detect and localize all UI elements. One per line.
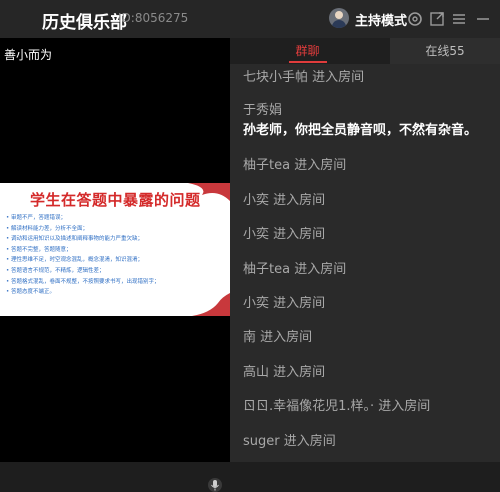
title-bar: 历史俱乐部 ID:8056275 主持模式 [0, 0, 500, 38]
chat-message: 小奕 进入房间 [243, 296, 326, 311]
avatar[interactable] [329, 8, 349, 28]
slide-list-item: • 调动和运用知识以及描述和阐释事物的能力严重欠缺； [6, 236, 143, 243]
settings-icon[interactable] [406, 10, 424, 28]
minimize-icon[interactable] [474, 10, 492, 28]
host-mode-button[interactable]: 主持模式 [355, 10, 407, 29]
chat-sender: 于秀娟 [243, 103, 283, 118]
chat-message-text: 孙老师，你把全员静音呗，不然有杂音。 [243, 123, 478, 138]
chat-message: 柚子tea 进入房间 [243, 262, 347, 277]
active-tab-indicator [289, 61, 327, 63]
room-id: ID:8056275 [118, 11, 189, 25]
chat-message: suger 进入房间 [243, 434, 336, 449]
chat-panel: 群聊 在线55 七块小手帕 进入房间 于秀娟 孙老师，你把全员静音呗，不然有杂音… [230, 38, 500, 462]
chat-message: 小奕 进入房间 [243, 193, 326, 208]
slide-list-item: • 审题不严，答题错误； [6, 215, 66, 221]
chat-message: 七块小手帕 进入房间 [243, 70, 365, 85]
video-area: 善小而为 学生在答题中暴露的问题 • 审题不严，答题错误； • 解读材料能力差，… [0, 38, 230, 492]
slide-title: 学生在答题中暴露的问题 [30, 191, 201, 209]
chat-message: ㄖㄖ.幸福像花児1.样。· 进入房间 [243, 399, 431, 414]
menu-icon[interactable] [450, 10, 468, 28]
popout-icon[interactable] [428, 10, 446, 28]
slide-list-item: • 答题态度不端正。 [6, 289, 55, 296]
chat-message: 小奕 进入房间 [243, 227, 326, 242]
chat-message: 柚子tea 进入房间 [243, 158, 347, 173]
chat-message: 南 进入房间 [243, 330, 313, 345]
tab-online[interactable]: 在线55 [390, 38, 500, 64]
microphone-icon[interactable] [208, 478, 222, 492]
slide-list: • 审题不严，答题错误； • 解读材料能力差，分析不全面； • 调动和运用知识以… [6, 213, 160, 298]
ribbon-decoration [192, 293, 230, 316]
slide-list-item: • 理性思维不足，时空观念混乱，概念混淆，知识混淆； [6, 257, 143, 264]
chat-tabs: 群聊 在线55 [230, 38, 500, 64]
presentation-slide: 学生在答题中暴露的问题 • 审题不严，答题错误； • 解读材料能力差，分析不全面… [0, 183, 230, 316]
slide-list-item: • 答题语言不规范，不精炼，逻辑性差； [6, 267, 105, 274]
room-title: 历史俱乐部 [42, 13, 127, 33]
slide-list-item: • 答题不完整，答题随意； [6, 246, 72, 253]
chat-message: 高山 进入房间 [243, 365, 326, 380]
slide-list-item: • 解读材料能力差，分析不全面； [6, 225, 88, 232]
speaker-name: 善小而为 [4, 48, 53, 62]
slide-list-item: • 答题格式混乱，卷面不规整，不按照要求书写，出现错别字； [6, 278, 160, 285]
